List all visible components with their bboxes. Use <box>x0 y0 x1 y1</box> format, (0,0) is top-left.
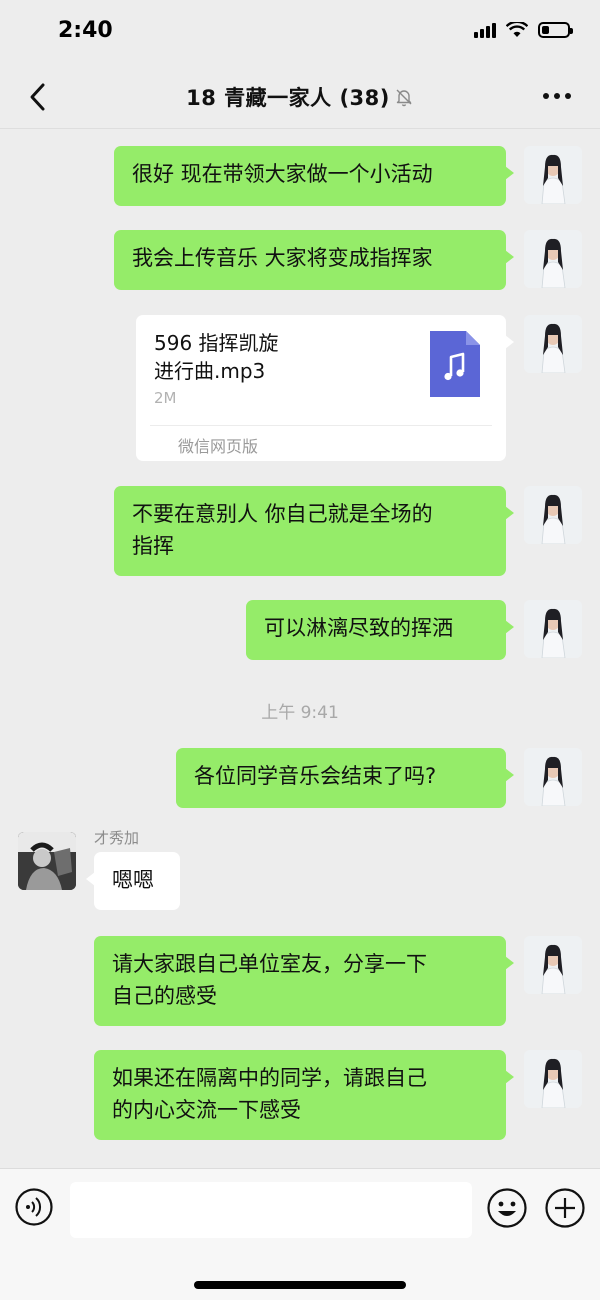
message-text: 很好 现在带领大家做一个小活动 <box>132 162 433 186</box>
status-time: 2:40 <box>58 18 113 43</box>
file-message-card[interactable]: 596 指挥凯旋 进行曲.mp3 2M 微信网页版 <box>136 315 514 461</box>
signal-icon <box>474 22 496 38</box>
message-text-line: 指挥 <box>132 534 174 558</box>
message-bubble[interactable]: 不要在意别人 你自己就是全场的 指挥 <box>114 486 514 576</box>
emoji-icon[interactable] <box>486 1187 528 1229</box>
chat-title-text: 18 青藏一家人 (38) <box>186 86 390 110</box>
battery-level <box>542 26 549 34</box>
status-icons <box>474 22 573 38</box>
avatar[interactable] <box>524 315 582 373</box>
home-indicator <box>194 1281 406 1289</box>
avatar[interactable] <box>524 486 582 544</box>
message-text-line: 自己的感受 <box>112 984 217 1008</box>
message-text-line: 请大家跟自己单位室友，分享一下 <box>112 952 427 976</box>
message-bubble[interactable]: 嗯嗯 <box>86 852 180 910</box>
message-text-line: 不要在意别人 你自己就是全场的 <box>132 502 433 526</box>
file-source: 微信网页版 <box>178 437 259 456</box>
message-bubble[interactable]: 如果还在隔离中的同学，请跟自己 的内心交流一下感受 <box>94 1050 514 1140</box>
file-name: 596 指挥凯旋 进行曲.mp3 <box>154 329 374 385</box>
file-name-line: 596 指挥凯旋 <box>154 331 279 355</box>
message-text-line: 的内心交流一下感受 <box>112 1098 301 1122</box>
ellipsis-icon[interactable] <box>542 90 572 102</box>
plus-icon[interactable] <box>544 1187 586 1229</box>
battery-icon <box>538 22 573 38</box>
avatar[interactable] <box>524 748 582 806</box>
music-note-icon <box>430 331 480 397</box>
message-text: 可以淋漓尽致的挥洒 <box>264 616 453 640</box>
avatar[interactable] <box>524 230 582 288</box>
wifi-icon <box>506 22 528 37</box>
file-name-line: 进行曲.mp3 <box>154 359 266 383</box>
chat-title: 18 青藏一家人 (38) <box>0 82 600 112</box>
avatar[interactable] <box>524 600 582 658</box>
sender-name: 才秀加 <box>94 829 140 847</box>
avatar[interactable] <box>524 936 582 994</box>
message-text: 各位同学音乐会结束了吗? <box>194 764 437 788</box>
message-input[interactable] <box>70 1182 472 1238</box>
message-bubble[interactable]: 各位同学音乐会结束了吗? <box>176 748 514 808</box>
bell-off-icon <box>396 89 412 107</box>
file-size: 2M <box>154 389 177 407</box>
status-bar: 2:40 <box>0 0 600 66</box>
message-text: 我会上传音乐 大家将变成指挥家 <box>132 246 433 270</box>
message-text-line: 如果还在隔离中的同学，请跟自己 <box>112 1066 427 1090</box>
message-bubble[interactable]: 可以淋漓尽致的挥洒 <box>246 600 514 660</box>
divider <box>150 425 492 426</box>
avatar[interactable] <box>524 146 582 204</box>
message-bubble[interactable]: 我会上传音乐 大家将变成指挥家 <box>114 230 514 290</box>
sender-avatar[interactable] <box>18 832 76 890</box>
avatar[interactable] <box>524 1050 582 1108</box>
message-bubble[interactable]: 很好 现在带领大家做一个小活动 <box>114 146 514 206</box>
nav-bar: 18 青藏一家人 (38) <box>0 66 600 129</box>
voice-icon[interactable] <box>14 1187 54 1227</box>
input-bar <box>0 1168 600 1300</box>
timestamp: 上午 9:41 <box>261 703 339 723</box>
message-text: 嗯嗯 <box>112 868 154 892</box>
message-bubble[interactable]: 请大家跟自己单位室友，分享一下 自己的感受 <box>94 936 514 1026</box>
